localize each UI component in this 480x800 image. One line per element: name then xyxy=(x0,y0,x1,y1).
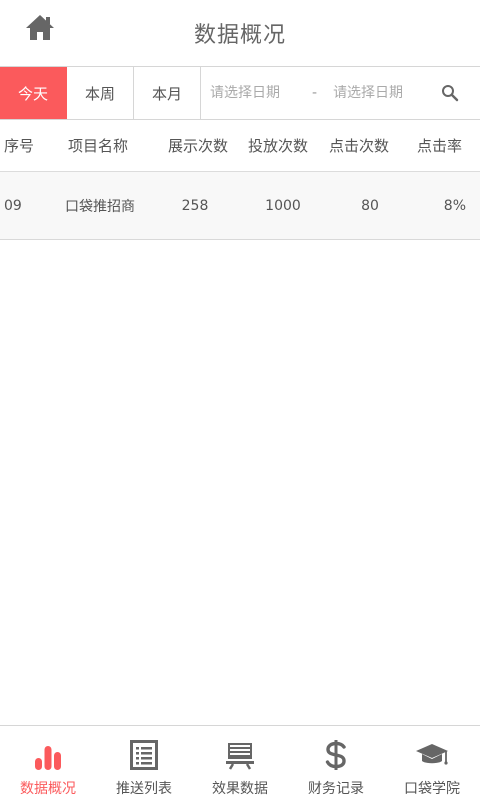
end-date-input[interactable] xyxy=(333,85,422,101)
start-date-input[interactable] xyxy=(210,85,298,101)
column-header-name: 项目名称 xyxy=(68,137,129,155)
nav-item-finance[interactable]: 财务记录 xyxy=(288,726,384,800)
app-screen: 数据概况 今天 本周 本月 - 序号 项目名称 展示次数 投放次数 点击次数 点… xyxy=(0,0,480,800)
filter-week-tab[interactable]: 本周 xyxy=(67,67,134,119)
page-title: 数据概况 xyxy=(193,23,286,48)
graduation-cap-icon xyxy=(416,744,448,765)
nav-label-overview: 数据概况 xyxy=(20,781,76,797)
nav-label-push-list: 推送列表 xyxy=(116,781,172,797)
nav-item-push-list[interactable]: 推送列表 xyxy=(96,726,192,800)
home-button[interactable] xyxy=(22,10,58,44)
nav-label-effect-data: 效果数据 xyxy=(212,781,268,797)
filter-month-tab[interactable]: 本月 xyxy=(134,67,201,119)
nav-label-academy: 口袋学院 xyxy=(404,781,460,797)
column-header-seq: 序号 xyxy=(4,137,35,155)
home-icon xyxy=(26,15,54,40)
cell-clicks: 80 xyxy=(361,197,379,214)
filter-bar: 今天 本周 本月 - xyxy=(0,66,480,120)
cell-shows: 258 xyxy=(181,197,209,214)
nav-item-overview[interactable]: 数据概况 xyxy=(0,726,96,800)
column-header-casts: 投放次数 xyxy=(248,137,309,155)
cell-rate: 8% xyxy=(443,197,466,214)
filter-today-tab[interactable]: 今天 xyxy=(0,67,67,119)
bar-chart-icon xyxy=(35,746,61,770)
date-separator: - xyxy=(312,85,318,101)
column-header-clicks: 点击次数 xyxy=(329,137,390,155)
search-icon xyxy=(442,85,459,102)
date-range: - xyxy=(201,67,480,119)
table-header: 序号 项目名称 展示次数 投放次数 点击次数 点击率 xyxy=(0,120,480,172)
table-row[interactable]: 09 口袋推招商 258 1000 80 8% xyxy=(0,172,480,240)
search-button[interactable] xyxy=(438,81,462,105)
column-header-rate: 点击率 xyxy=(417,137,463,155)
bottom-nav: 数据概况 推送列表 效果数据 财务记录 口袋学院 xyxy=(0,725,480,800)
top-bar: 数据概况 xyxy=(0,0,480,66)
column-header-shows: 展示次数 xyxy=(168,137,229,155)
list-icon xyxy=(130,740,158,770)
monitor-icon xyxy=(226,743,254,770)
nav-item-effect-data[interactable]: 效果数据 xyxy=(192,726,288,800)
dollar-icon xyxy=(325,740,346,770)
cell-casts: 1000 xyxy=(265,197,301,214)
nav-label-finance: 财务记录 xyxy=(308,781,364,797)
nav-item-academy[interactable]: 口袋学院 xyxy=(384,726,480,800)
